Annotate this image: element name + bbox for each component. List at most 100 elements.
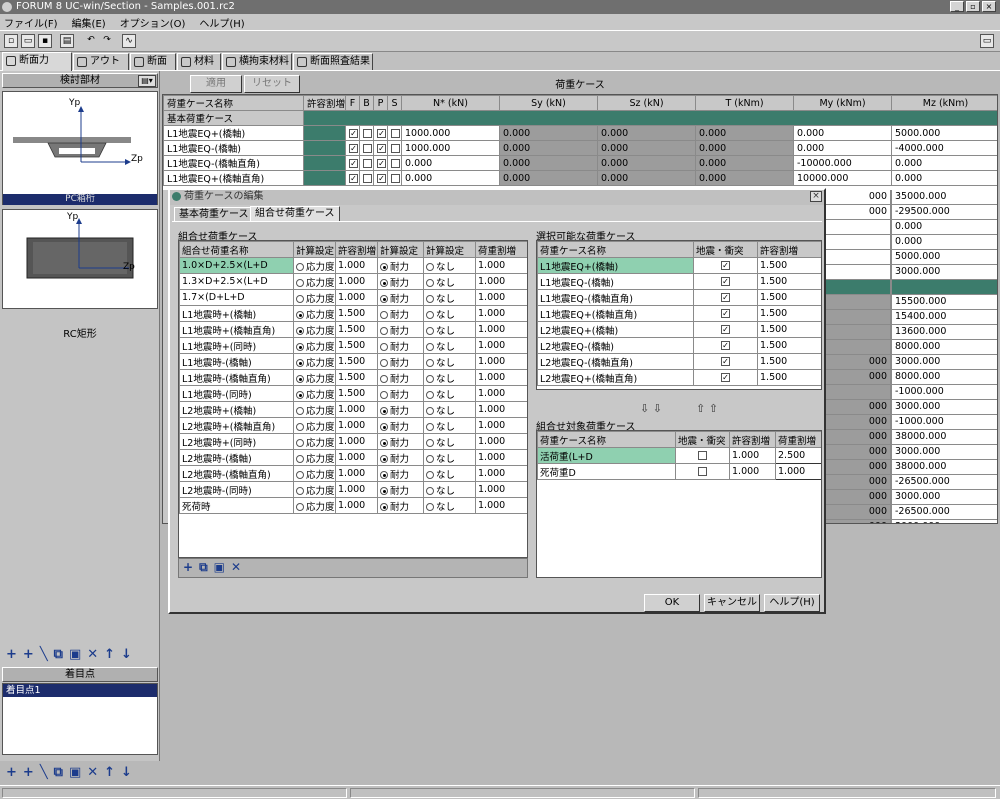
open-icon[interactable]: ▭ bbox=[21, 34, 35, 48]
mz-cell[interactable]: 38000.000 bbox=[891, 460, 997, 475]
mz-cell[interactable]: 15500.000 bbox=[891, 295, 997, 310]
target-row[interactable]: 死荷重D 1.000 1.000 bbox=[537, 463, 821, 480]
move-down-icon[interactable]: ↓ bbox=[121, 765, 132, 780]
move-down-icon[interactable]: ↓ bbox=[121, 647, 132, 662]
combo-row[interactable]: L2地震時-(同時) 応力度 1.000 耐力 なし 1.000 bbox=[179, 481, 527, 498]
tab-basic-loadcase[interactable]: 基本荷重ケース bbox=[174, 207, 254, 221]
selectable-row[interactable]: L2地震EQ-(橋軸) ✓ 1.500 bbox=[537, 337, 821, 354]
combo-row[interactable]: L2地震時+(橋軸) 応力度 1.000 耐力 なし 1.000 bbox=[179, 401, 527, 418]
seismic-checkbox[interactable]: ✓ bbox=[721, 261, 730, 270]
move-down-arrows[interactable]: ⇩ ⇩ bbox=[640, 402, 662, 415]
mz-cell[interactable]: 38000.000 bbox=[891, 430, 997, 445]
mz-cell[interactable]: 0.000 bbox=[891, 235, 997, 250]
combo-row[interactable]: L2地震時+(同時) 応力度 1.000 耐力 なし 1.000 bbox=[179, 433, 527, 450]
seismic-checkbox[interactable]: ✓ bbox=[721, 277, 730, 286]
focus-item[interactable]: 着目点1 bbox=[3, 684, 157, 697]
selectable-row[interactable]: L1地震EQ-(橋軸直角) ✓ 1.500 bbox=[537, 289, 821, 306]
mz-cell[interactable]: 3000.000 bbox=[891, 400, 997, 415]
print-icon[interactable]: ▤ bbox=[60, 34, 74, 48]
mz-cell[interactable]: 3000.000 bbox=[891, 265, 997, 280]
delete-icon[interactable]: ✕ bbox=[87, 647, 98, 662]
table-row[interactable]: L1地震EQ+(橋軸直角) ✓ ✓ 0.000 0.000 0.000 0.000 10000… bbox=[163, 170, 997, 186]
copy-icon[interactable]: ⧉ bbox=[54, 647, 63, 662]
add-icon[interactable]: + bbox=[6, 765, 17, 780]
combo-row[interactable]: 1.7×(D+L+D 応力度 1.000 耐力 なし 1.000 bbox=[179, 289, 527, 306]
tab-section[interactable]: 断面 bbox=[130, 53, 176, 70]
dialog-close-button[interactable]: × bbox=[810, 191, 822, 202]
mz-cell[interactable]: -26500.000 bbox=[891, 505, 997, 520]
ok-button[interactable]: OK bbox=[644, 594, 700, 612]
combo-row[interactable]: L1地震時-(橋軸直角) 応力度 1.500 耐力 なし 1.000 bbox=[179, 369, 527, 386]
redo-icon[interactable]: ↷ bbox=[100, 34, 114, 48]
combo-row[interactable]: 死荷時 応力度 1.000 耐力 なし 1.000 bbox=[179, 497, 527, 514]
combo-row[interactable]: L1地震時+(橋軸) 応力度 1.500 耐力 なし 1.000 bbox=[179, 305, 527, 322]
tab-check-result[interactable]: 断面照査結果 bbox=[293, 53, 373, 70]
seismic-checkbox[interactable] bbox=[698, 467, 707, 476]
save-icon[interactable]: ▪ bbox=[38, 34, 52, 48]
table-row[interactable]: L1地震EQ+(橋軸) ✓ ✓ 1000.000 0.000 0.000 0.000 0.00… bbox=[163, 125, 997, 141]
add-icon[interactable]: + bbox=[183, 560, 193, 575]
move-up-arrows[interactable]: ⇧ ⇧ bbox=[696, 402, 718, 415]
tab-outline[interactable]: アウトライン bbox=[73, 53, 129, 83]
selectable-row[interactable]: L2地震EQ+(橋軸) ✓ 1.500 bbox=[537, 321, 821, 338]
cancel-button[interactable]: キャンセル bbox=[704, 594, 760, 612]
mz-cell[interactable]: 3000.000 bbox=[891, 355, 997, 370]
combo-row[interactable]: L1地震時+(同時) 応力度 1.500 耐力 なし 1.000 bbox=[179, 337, 527, 354]
panel-icon[interactable]: ▭ bbox=[980, 34, 994, 48]
undo-icon[interactable]: ↶ bbox=[84, 34, 98, 48]
copy-icon[interactable]: ⧉ bbox=[54, 765, 63, 780]
mz-cell[interactable]: 0.000 bbox=[891, 220, 997, 235]
combo-row[interactable]: L1地震時-(橋軸) 応力度 1.500 耐力 なし 1.000 bbox=[179, 353, 527, 370]
menu-edit[interactable]: 編集(E) bbox=[72, 15, 106, 30]
combo-row[interactable]: L1地震時+(橋軸直角) 応力度 1.500 耐力 なし 1.000 bbox=[179, 321, 527, 338]
seismic-checkbox[interactable]: ✓ bbox=[721, 325, 730, 334]
mz-cell[interactable]: 5000.000 bbox=[891, 250, 997, 265]
shape-pc-box[interactable]: Yp Zp PC箱桁 bbox=[2, 91, 158, 205]
tab-combined-loadcase[interactable]: 組合せ荷重ケース bbox=[250, 206, 340, 222]
table-row[interactable]: L1地震EQ-(橋軸) ✓ ✓ 1000.000 0.000 0.000 0.000 0.00… bbox=[163, 140, 997, 156]
mz-cell[interactable]: 35000.000 bbox=[891, 190, 997, 205]
selectable-row[interactable]: L2地震EQ+(橋軸直角) ✓ 1.500 bbox=[537, 369, 821, 386]
mz-cell[interactable]: 15400.000 bbox=[891, 310, 997, 325]
seismic-checkbox[interactable]: ✓ bbox=[721, 293, 730, 302]
combo-row[interactable]: 1.3×D+2.5×(L+D 応力度 1.000 耐力 なし 1.000 bbox=[179, 273, 527, 290]
combo-row[interactable]: L2地震時+(橋軸直角) 応力度 1.000 耐力 なし 1.000 bbox=[179, 417, 527, 434]
seismic-checkbox[interactable]: ✓ bbox=[721, 373, 730, 382]
mz-cell[interactable]: 3000.000 bbox=[891, 490, 997, 505]
mz-cell[interactable] bbox=[891, 280, 997, 295]
table-row[interactable]: L1地震EQ-(橋軸直角) ✓ ✓ 0.000 0.000 0.000 0.000 -1000… bbox=[163, 155, 997, 171]
tab-material[interactable]: 材料 bbox=[177, 53, 221, 70]
paste-icon[interactable]: ▣ bbox=[214, 560, 225, 575]
tab-section-force[interactable]: 断面力 bbox=[2, 52, 72, 71]
copy-icon[interactable]: ⧉ bbox=[199, 560, 208, 575]
mz-cell[interactable]: -1000.000 bbox=[891, 415, 997, 430]
tab-confining-material[interactable]: 横拘束材料 bbox=[222, 53, 292, 70]
graph-icon[interactable]: ∿ bbox=[122, 34, 136, 48]
menu-options[interactable]: オプション(O) bbox=[120, 15, 186, 30]
combo-row[interactable]: 1.0×D+2.5×(L+D 応力度 1.000 耐力 なし 1.000 bbox=[179, 257, 527, 274]
maximize-button[interactable]: ▫ bbox=[966, 1, 980, 12]
delete-icon[interactable]: ✕ bbox=[231, 560, 241, 575]
shape-rc-rect[interactable]: Yp Zp bbox=[2, 209, 158, 309]
target-row[interactable]: 活荷重(L+D 1.000 2.500 bbox=[537, 447, 821, 464]
mz-cell[interactable]: -29500.000 bbox=[891, 205, 997, 220]
seismic-checkbox[interactable]: ✓ bbox=[721, 341, 730, 350]
mz-cell[interactable]: -1000.000 bbox=[891, 385, 997, 400]
mz-cell[interactable]: 3000.000 bbox=[891, 520, 997, 523]
mz-cell[interactable]: 8000.000 bbox=[891, 340, 997, 355]
menu-help[interactable]: ヘルプ(H) bbox=[199, 15, 244, 30]
paste-icon[interactable]: ▣ bbox=[69, 765, 81, 780]
minimize-button[interactable]: _ bbox=[950, 1, 964, 12]
menu-file[interactable]: ファイル(F) bbox=[4, 15, 58, 30]
selectable-row[interactable]: L2地震EQ-(橋軸直角) ✓ 1.500 bbox=[537, 353, 821, 370]
combo-row[interactable]: L1地震時-(同時) 応力度 1.500 耐力 なし 1.000 bbox=[179, 385, 527, 402]
add-icon[interactable]: + bbox=[6, 647, 17, 662]
move-up-icon[interactable]: ↑ bbox=[104, 647, 115, 662]
edit-icon[interactable]: ╲ bbox=[40, 765, 48, 780]
selectable-row[interactable]: L1地震EQ+(橋軸) ✓ 1.500 bbox=[537, 257, 821, 274]
selectable-row[interactable]: L1地震EQ-(橋軸) ✓ 1.500 bbox=[537, 273, 821, 290]
move-up-icon[interactable]: ↑ bbox=[104, 765, 115, 780]
mz-cell[interactable]: 3000.000 bbox=[891, 445, 997, 460]
close-button[interactable]: × bbox=[982, 1, 996, 12]
seismic-checkbox[interactable]: ✓ bbox=[721, 309, 730, 318]
